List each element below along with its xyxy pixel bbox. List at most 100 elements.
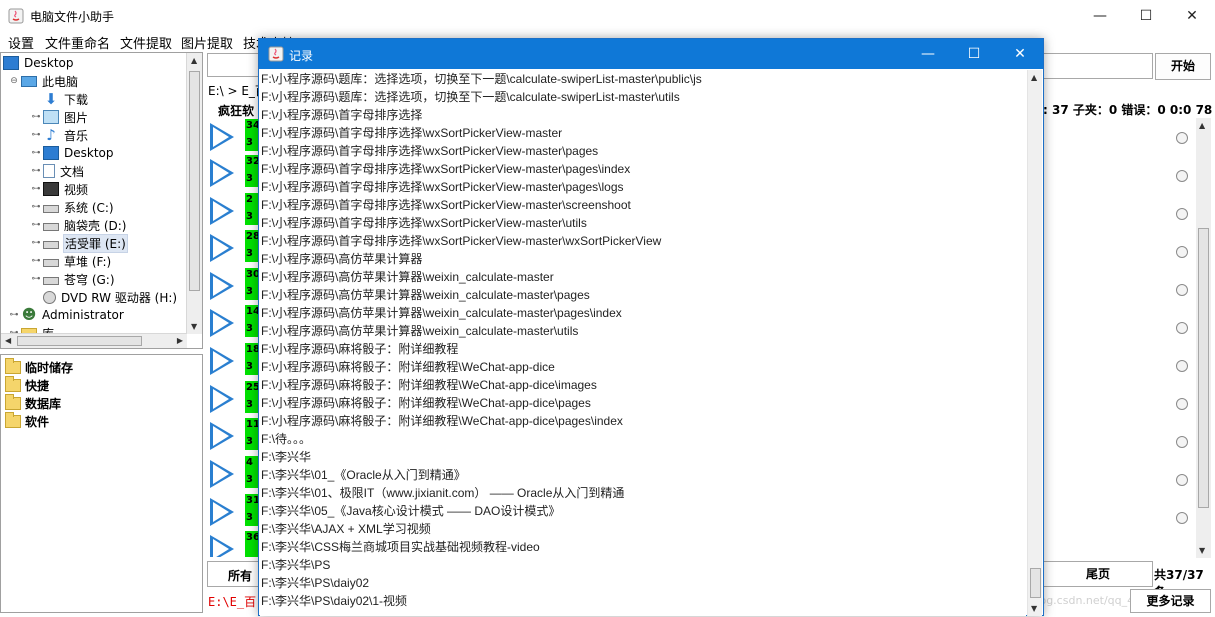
collapsed-toggle-icon[interactable]: ⊶	[31, 184, 41, 194]
folder-icon	[5, 357, 21, 374]
play-icon[interactable]	[210, 309, 234, 337]
tree-item-drive-c[interactable]: ⊶ 系统 (C:)	[31, 198, 115, 216]
play-icon[interactable]	[210, 197, 234, 225]
collapsed-toggle-icon[interactable]: ⊶	[31, 130, 41, 140]
drive-icon	[43, 241, 59, 249]
tree-item-music[interactable]: ⊶ ♪ 音乐	[31, 126, 89, 144]
close-button[interactable]: ✕	[1169, 0, 1215, 31]
play-icon[interactable]	[210, 347, 234, 375]
row-radio[interactable]	[1176, 512, 1188, 524]
count-sub: 3	[246, 474, 253, 485]
collapsed-toggle-icon[interactable]: ⊶	[31, 166, 41, 176]
menu-file-extract[interactable]: 文件提取	[120, 33, 172, 52]
tree-item-desktop[interactable]: Desktop	[3, 54, 75, 72]
maximize-button[interactable]: ☐	[1123, 0, 1169, 31]
record-vertical-scrollbar[interactable]: ▲ ▼	[1027, 70, 1042, 616]
row-radio[interactable]	[1176, 322, 1188, 334]
log-line: F:\李兴华\PS\daiy02	[261, 576, 370, 590]
scroll-right-arrow-icon[interactable]: ▶	[177, 336, 183, 345]
log-line: F:\小程序源码\首字母排序选择\wxSortPickerView-master	[261, 126, 563, 140]
favorite-temp-storage[interactable]: 临时储存	[5, 357, 73, 376]
tree-item-drive-h[interactable]: DVD RW 驱动器 (H:)	[31, 288, 178, 306]
tree-item-documents[interactable]: ⊶ 文档	[31, 162, 85, 180]
start-button[interactable]: 开始	[1155, 53, 1211, 80]
favorite-shortcuts[interactable]: 快捷	[5, 375, 49, 394]
menu-settings[interactable]: 设置	[8, 33, 34, 52]
minimize-button[interactable]: —	[1077, 0, 1123, 31]
search-input[interactable]	[1043, 53, 1153, 79]
menu-file-rename[interactable]: 文件重命名	[45, 33, 110, 52]
tree-item-drive-g[interactable]: ⊶ 苍穹 (G:)	[31, 270, 116, 288]
play-icon[interactable]	[210, 460, 234, 488]
tree-item-drive-f[interactable]: ⊶ 草堆 (F:)	[31, 252, 112, 270]
log-line: F:\李兴华\01_《Oracle从入门到精通》	[261, 468, 466, 482]
tree-vertical-scrollbar[interactable]: ▲ ▼	[186, 53, 202, 334]
scroll-thumb[interactable]	[1030, 568, 1041, 598]
play-icon[interactable]	[210, 535, 234, 557]
scroll-thumb[interactable]	[1198, 228, 1209, 508]
play-icon[interactable]	[210, 422, 234, 450]
scroll-up-arrow-icon[interactable]: ▲	[191, 56, 197, 65]
download-icon: ⬇	[44, 90, 58, 108]
collapsed-toggle-icon[interactable]: ⊶	[31, 220, 41, 230]
row-radio[interactable]	[1176, 474, 1188, 486]
row-radio[interactable]	[1176, 208, 1188, 220]
log-line: F:\小程序源码\题库：选择选项，切换至下一题\calculate-swiper…	[261, 72, 702, 86]
last-page-button[interactable]: 尾页	[1043, 561, 1153, 587]
dialog-close-button[interactable]: ✕	[997, 39, 1043, 69]
tree-item-videos[interactable]: ⊶ 视频	[31, 180, 89, 198]
row-radio[interactable]	[1176, 360, 1188, 372]
record-log[interactable]: F:\小程序源码\题库：选择选项，切换至下一题\calculate-swiper…	[260, 70, 1026, 616]
favorite-database[interactable]: 数据库	[5, 393, 61, 412]
collapsed-toggle-icon[interactable]: ⊶	[31, 112, 41, 122]
scroll-up-arrow-icon[interactable]: ▲	[1031, 73, 1037, 82]
tree-item-this-pc[interactable]: ⊖ 此电脑	[9, 72, 79, 90]
result-list[interactable]	[1043, 118, 1196, 558]
more-records-button[interactable]: 更多记录	[1130, 589, 1211, 613]
log-line: F:\小程序源码\高仿苹果计算器\weixin_calculate-master…	[261, 288, 590, 302]
collapsed-toggle-icon[interactable]: ⊶	[31, 238, 41, 248]
play-icon[interactable]	[210, 385, 234, 413]
scroll-thumb[interactable]	[17, 336, 142, 346]
scroll-down-arrow-icon[interactable]: ▼	[1199, 546, 1205, 555]
scroll-thumb[interactable]	[189, 71, 200, 291]
dialog-minimize-button[interactable]: —	[905, 39, 951, 69]
drive-icon	[43, 259, 59, 267]
expanded-toggle-icon[interactable]: ⊖	[9, 76, 19, 86]
row-radio[interactable]	[1176, 284, 1188, 296]
collapsed-toggle-icon[interactable]: ⊶	[9, 310, 19, 320]
favorite-software[interactable]: 软件	[5, 411, 49, 430]
file-tree[interactable]: Desktop ⊖ 此电脑 ⬇ 下载 ⊶ 图片 ⊶ ♪ 音乐 ⊶ Desktop…	[0, 52, 203, 349]
scroll-down-arrow-icon[interactable]: ▼	[191, 322, 197, 331]
collapsed-toggle-icon[interactable]: ⊶	[31, 274, 41, 284]
collapsed-toggle-icon[interactable]: ⊶	[31, 202, 41, 212]
row-radio[interactable]	[1176, 398, 1188, 410]
pictures-icon	[43, 110, 59, 124]
tree-horizontal-scrollbar[interactable]: ◀ ▶	[1, 333, 187, 348]
row-radio[interactable]	[1176, 132, 1188, 144]
play-icon[interactable]	[210, 272, 234, 300]
play-icon[interactable]	[210, 498, 234, 526]
tree-item-drive-e[interactable]: ⊶ 活受罪 (E:)	[31, 233, 128, 253]
tree-item-drive-d[interactable]: ⊶ 脑袋壳 (D:)	[31, 216, 127, 234]
play-icon[interactable]	[210, 159, 234, 187]
dialog-title-bar[interactable]: 记录 — ☐ ✕	[259, 39, 1043, 69]
menu-image-extract[interactable]: 图片提取	[181, 33, 233, 52]
play-icon[interactable]	[210, 123, 234, 151]
tree-item-desktop-2[interactable]: ⊶ Desktop	[31, 144, 115, 162]
row-radio[interactable]	[1176, 170, 1188, 182]
play-icon[interactable]	[210, 234, 234, 262]
tree-item-downloads[interactable]: ⬇ 下载	[31, 90, 89, 108]
row-radio[interactable]	[1176, 246, 1188, 258]
tree-item-administrator[interactable]: ⊶ ☻ Administrator	[9, 306, 125, 324]
count-sub: 3	[246, 323, 253, 334]
row-radio[interactable]	[1176, 436, 1188, 448]
scroll-down-arrow-icon[interactable]: ▼	[1031, 604, 1037, 613]
scroll-left-arrow-icon[interactable]: ◀	[5, 336, 11, 345]
result-vertical-scrollbar[interactable]: ▲ ▼	[1196, 118, 1211, 558]
tree-item-pictures[interactable]: ⊶ 图片	[31, 108, 89, 126]
collapsed-toggle-icon[interactable]: ⊶	[31, 148, 41, 158]
dialog-maximize-button[interactable]: ☐	[951, 39, 997, 69]
collapsed-toggle-icon[interactable]: ⊶	[31, 256, 41, 266]
scroll-up-arrow-icon[interactable]: ▲	[1199, 121, 1205, 130]
